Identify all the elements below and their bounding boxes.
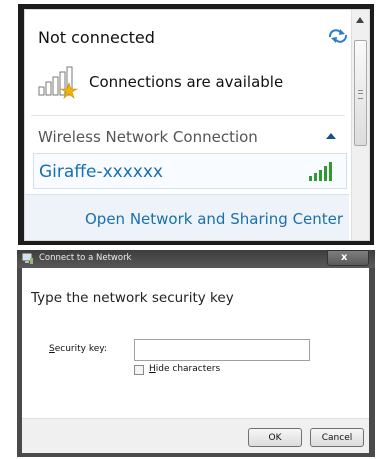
dialog-content: Type the network security key Security k…: [22, 268, 369, 453]
scroll-up-arrow-icon[interactable]: [355, 16, 365, 24]
connection-status-title: Not connected: [38, 28, 155, 47]
signal-bars-with-star-icon: [38, 66, 78, 99]
divider: [31, 115, 345, 116]
ok-button[interactable]: OK: [248, 428, 302, 447]
network-icon: [22, 253, 33, 264]
hide-characters-label[interactable]: Hide characters: [149, 364, 220, 374]
signal-bars-green-icon: [309, 162, 332, 181]
security-key-input[interactable]: [134, 339, 310, 361]
open-network-sharing-center-link[interactable]: Open Network and Sharing Center: [85, 210, 343, 228]
network-flyout-panel: Not connected Connections are available …: [24, 9, 370, 241]
wireless-connection-section-label: Wireless Network Connection: [38, 128, 258, 146]
flyout-footer: Open Network and Sharing Center: [25, 194, 349, 240]
scrollbar-thumb[interactable]: [354, 40, 367, 146]
close-button[interactable]: x: [327, 250, 369, 266]
dialog-title: Connect to a Network: [39, 253, 132, 263]
hide-characters-checkbox[interactable]: [134, 365, 144, 375]
connect-to-network-dialog: Connect to a Network x Type the network …: [17, 250, 375, 457]
network-name: Giraffe-xxxxxx: [39, 162, 163, 182]
chevron-up-icon[interactable]: [325, 132, 337, 140]
dialog-button-bar: OK Cancel: [22, 418, 369, 453]
vertical-scrollbar[interactable]: [351, 10, 369, 240]
network-flyout: Not connected Connections are available …: [18, 4, 374, 245]
connections-available-text: Connections are available: [89, 73, 284, 91]
dialog-titlebar[interactable]: Connect to a Network x: [17, 250, 375, 268]
network-list-item[interactable]: Giraffe-xxxxxx: [33, 153, 347, 189]
cancel-button[interactable]: Cancel: [310, 428, 364, 447]
close-icon: x: [341, 252, 348, 263]
dialog-instruction: Type the network security key: [31, 290, 234, 306]
security-key-label: Security key:: [49, 344, 107, 354]
refresh-icon[interactable]: [327, 28, 349, 44]
grip-icon: [358, 90, 363, 99]
